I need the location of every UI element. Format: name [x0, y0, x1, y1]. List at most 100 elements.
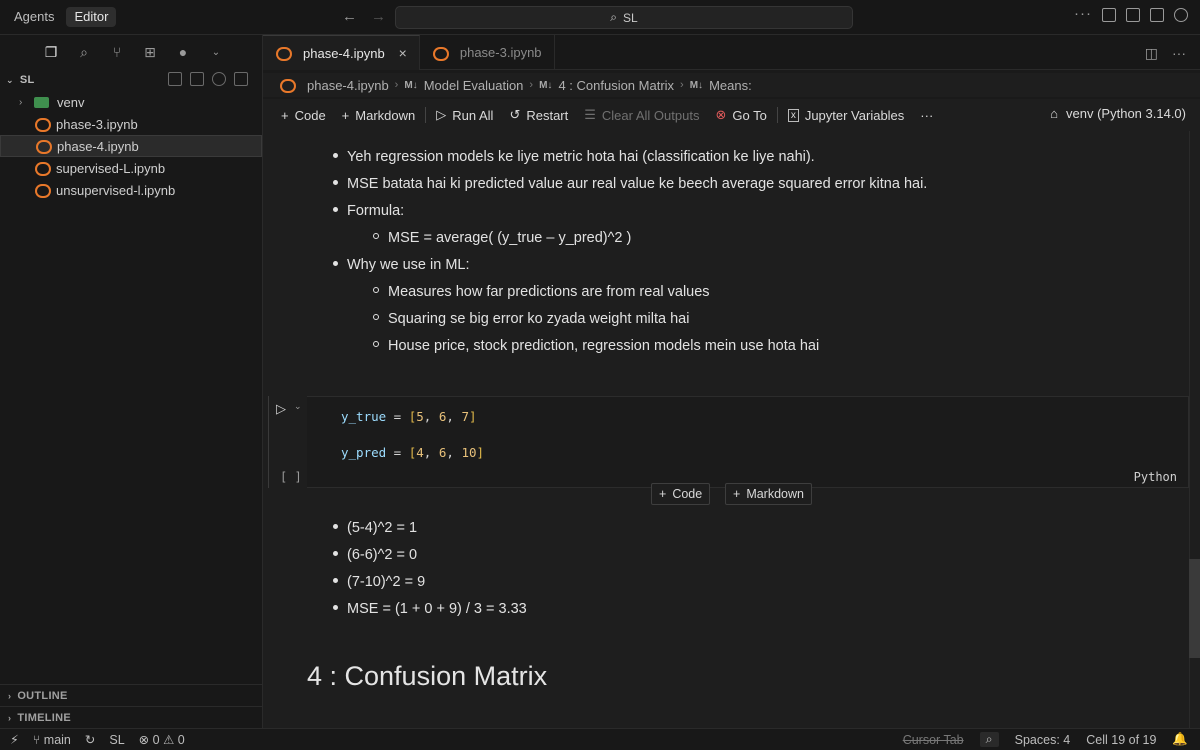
- chevron-right-icon: ›: [529, 79, 534, 91]
- indentation-status[interactable]: Spaces: 4: [1015, 733, 1071, 747]
- branch-item[interactable]: ⑂ main: [33, 733, 71, 747]
- mode-switcher: Agents Editor: [6, 7, 117, 27]
- editor-tabs: phase-4.ipynb × phase-3.ipynb ◫ ···: [263, 35, 1200, 70]
- code-cell[interactable]: y_true = [5, 6, 7] y_pred = [4, 6, 10] P…: [307, 396, 1189, 488]
- account-avatar-icon[interactable]: ●: [174, 43, 192, 61]
- history-nav: ← →: [342, 8, 386, 25]
- breadcrumb-item[interactable]: 4 : Confusion Matrix: [558, 78, 674, 93]
- toggle-sidebar-icon[interactable]: [1102, 8, 1116, 22]
- scrollbar-thumb[interactable]: [1189, 559, 1200, 658]
- tree-item-label: phase-3.ipynb: [56, 116, 138, 132]
- add-markdown-button[interactable]: + Markdown: [334, 103, 424, 127]
- markdown-icon: M↓: [404, 79, 418, 91]
- notifications-icon[interactable]: 🔔: [1172, 732, 1188, 747]
- tree-item-phase-4[interactable]: phase-4.ipynb: [0, 135, 262, 157]
- error-count: 0: [152, 733, 160, 747]
- new-folder-icon[interactable]: [190, 72, 204, 86]
- workspace-label[interactable]: SL: [109, 733, 124, 747]
- chevron-down-icon[interactable]: ⌄: [294, 401, 302, 412]
- tab-label: phase-3.ipynb: [459, 45, 542, 60]
- tree-item-label: venv: [57, 94, 85, 110]
- chevron-down-icon[interactable]: ⌄: [207, 43, 225, 61]
- clear-outputs-label: Clear All Outputs: [601, 107, 700, 123]
- command-search[interactable]: ⌕ SL: [395, 6, 853, 29]
- tree-item-phase-3[interactable]: phase-3.ipynb: [0, 113, 262, 135]
- breadcrumb-item[interactable]: Model Evaluation: [424, 78, 524, 93]
- zoom-icon[interactable]: ⌕: [979, 732, 999, 747]
- remote-icon[interactable]: ⚡: [10, 732, 19, 747]
- folder-header[interactable]: ⌄ SL: [0, 69, 262, 91]
- toggle-auxbar-icon[interactable]: [1150, 8, 1164, 22]
- run-all-button[interactable]: ▷ Run All: [428, 103, 501, 127]
- bullet: [333, 179, 338, 185]
- tree-item-label: unsupervised-l.ipynb: [56, 182, 176, 198]
- tree-item-unsupervised[interactable]: unsupervised-l.ipynb: [0, 179, 262, 201]
- forward-arrow-icon[interactable]: →: [371, 8, 386, 25]
- kernel-icon: ⌂: [1050, 106, 1059, 121]
- list-item: Measures how far predictions are from re…: [373, 284, 710, 300]
- collapse-all-icon[interactable]: [234, 72, 248, 86]
- new-file-icon[interactable]: [168, 72, 182, 86]
- code-line: y_pred = [4, 6, 10]: [341, 445, 485, 460]
- jupyter-variables-button[interactable]: x Jupyter Variables: [780, 103, 912, 127]
- toolbar-divider: [425, 107, 427, 123]
- more-icon[interactable]: ···: [1074, 6, 1092, 22]
- restart-label: Restart: [526, 107, 569, 123]
- bullet: [333, 260, 338, 266]
- list-item-text: (7-10)^2 = 9: [347, 574, 426, 590]
- list-item: (5-4)^2 = 1: [333, 520, 417, 536]
- more-actions-icon[interactable]: ···: [1172, 45, 1186, 62]
- tab-phase-4[interactable]: phase-4.ipynb ×: [263, 35, 420, 70]
- settings-icon[interactable]: [1174, 8, 1188, 22]
- scrollbar[interactable]: [1189, 131, 1200, 728]
- tab-phase-3[interactable]: phase-3.ipynb: [420, 35, 555, 70]
- list-item-text: (6-6)^2 = 0: [347, 547, 418, 563]
- extensions-icon[interactable]: ⊞: [141, 43, 159, 61]
- variables-icon: x: [787, 108, 799, 122]
- tree-item-label: supervised-L.ipynb: [56, 160, 166, 176]
- list-item-text: Yeh regression models ke liye metric hot…: [347, 149, 815, 165]
- outline-label: OUTLINE: [17, 689, 68, 702]
- tree-item-supervised[interactable]: supervised-L.ipynb: [0, 157, 262, 179]
- timeline-section[interactable]: › TIMELINE: [0, 706, 262, 728]
- add-code-button[interactable]: + Code: [273, 103, 334, 127]
- cursor-tab-status[interactable]: Cursor Tab: [903, 733, 964, 747]
- list-item-text: Formula:: [347, 203, 405, 219]
- go-to-button[interactable]: ⊗ Go To: [707, 103, 774, 127]
- restart-icon: ↺: [509, 107, 521, 122]
- refresh-icon[interactable]: [212, 72, 226, 86]
- section-heading: 4 : Confusion Matrix: [307, 661, 548, 691]
- search-view-icon[interactable]: ⌕: [75, 43, 93, 61]
- list-item-text: MSE = average( (y_true – y_pred)^2 ): [388, 230, 632, 246]
- editor-mode-tab[interactable]: Editor: [66, 7, 117, 27]
- insert-markdown-cell-button[interactable]: + Markdown: [725, 483, 812, 505]
- source-control-icon[interactable]: ⑂: [108, 43, 126, 61]
- tree-item-venv[interactable]: › venv: [0, 91, 262, 113]
- close-icon[interactable]: ×: [399, 45, 407, 61]
- search-label: SL: [623, 10, 638, 25]
- notebook-toolbar: + Code + Markdown ▷ Run All ↺ Restart ☰ …: [263, 99, 1200, 131]
- split-editor-icon[interactable]: ◫: [1145, 45, 1158, 62]
- cell-language[interactable]: Python: [1134, 470, 1177, 484]
- restart-button[interactable]: ↺ Restart: [501, 103, 576, 127]
- toggle-panel-icon[interactable]: [1126, 8, 1140, 22]
- agents-mode-tab[interactable]: Agents: [6, 7, 62, 27]
- sidebar-toolbar: ❐ ⌕ ⑂ ⊞ ● ⌄: [0, 35, 262, 69]
- run-cell-icon[interactable]: ▷: [276, 401, 286, 417]
- back-arrow-icon[interactable]: ←: [342, 8, 357, 25]
- clear-outputs-button[interactable]: ☰ Clear All Outputs: [576, 103, 707, 127]
- insert-code-cell-button[interactable]: + Code: [651, 483, 711, 505]
- kernel-label: venv (Python 3.14.0): [1066, 106, 1186, 121]
- kernel-picker[interactable]: ⌂ venv (Python 3.14.0): [1050, 106, 1186, 121]
- breadcrumb-item[interactable]: Means:: [709, 78, 752, 93]
- breadcrumb: phase-4.ipynb › M↓ Model Evaluation › M↓…: [263, 73, 1200, 97]
- bullet: [373, 314, 379, 321]
- outline-section[interactable]: › OUTLINE: [0, 684, 262, 706]
- breadcrumb-item[interactable]: phase-4.ipynb: [307, 78, 389, 93]
- more-icon: ···: [920, 107, 934, 123]
- more-toolbar-button[interactable]: ···: [912, 103, 941, 127]
- sync-icon[interactable]: ↻: [85, 732, 95, 747]
- explorer-icon[interactable]: ❐: [42, 43, 60, 61]
- cell-position-status[interactable]: Cell 19 of 19: [1086, 733, 1156, 747]
- problems-item[interactable]: ⊗ 0 ⚠ 0: [139, 732, 185, 747]
